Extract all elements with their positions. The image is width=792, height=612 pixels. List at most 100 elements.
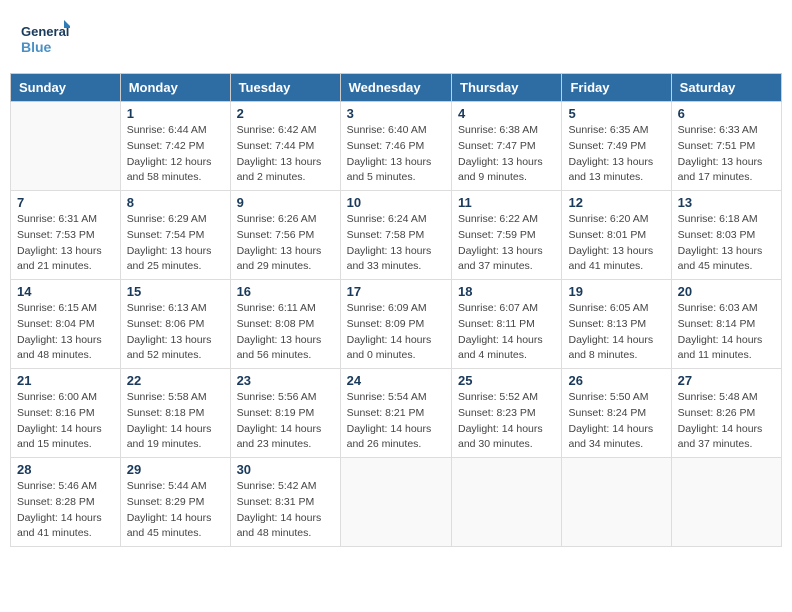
day-number: 27 [678,373,775,388]
day-info: Sunrise: 5:44 AM Sunset: 8:29 PM Dayligh… [127,479,224,542]
day-info: Sunrise: 6:11 AM Sunset: 8:08 PM Dayligh… [237,301,334,364]
calendar-week-row: 28Sunrise: 5:46 AM Sunset: 8:28 PM Dayli… [11,458,782,547]
calendar-cell: 19 Sunrise: 6:05 AM Sunset: 8:13 PM Dayli… [562,280,671,369]
day-number: 12 [568,195,664,210]
day-info: Sunrise: 6:38 AM Sunset: 7:47 PM Dayligh… [458,123,555,186]
svg-text:General: General [21,24,69,39]
day-number: 22 [127,373,224,388]
day-number: 19 [568,284,664,299]
calendar-cell: 1Sunrise: 6:44 AM Sunset: 7:42 PM Daylig… [120,102,230,191]
day-of-week-header: Sunday [11,74,121,102]
calendar-cell [671,458,781,547]
calendar-cell: 13Sunrise: 6:18 AM Sunset: 8:03 PM Dayli… [671,191,781,280]
calendar-cell: 8 Sunrise: 6:29 AM Sunset: 7:54 PM Daylig… [120,191,230,280]
calendar-cell: 27 Sunrise: 5:48 AM Sunset: 8:26 PM Dayli… [671,369,781,458]
calendar-cell: 11Sunrise: 6:22 AM Sunset: 7:59 PM Dayli… [452,191,562,280]
day-info: Sunrise: 6:42 AM Sunset: 7:44 PM Dayligh… [237,123,334,186]
calendar-cell: 18 Sunrise: 6:07 AM Sunset: 8:11 PM Dayli… [452,280,562,369]
day-info: Sunrise: 5:48 AM Sunset: 8:26 PM Dayligh… [678,390,775,453]
day-number: 14 [17,284,114,299]
day-number: 25 [458,373,555,388]
day-info: Sunrise: 6:20 AM Sunset: 8:01 PM Dayligh… [568,212,664,275]
calendar-cell: 5Sunrise: 6:35 AM Sunset: 7:49 PM Daylig… [562,102,671,191]
calendar-cell: 6 Sunrise: 6:33 AM Sunset: 7:51 PM Daylig… [671,102,781,191]
calendar-cell: 30 Sunrise: 5:42 AM Sunset: 8:31 PM Dayli… [230,458,340,547]
day-info: Sunrise: 6:00 AM Sunset: 8:16 PM Dayligh… [17,390,114,453]
day-info: Sunrise: 5:58 AM Sunset: 8:18 PM Dayligh… [127,390,224,453]
day-number: 15 [127,284,224,299]
calendar-cell: 25 Sunrise: 5:52 AM Sunset: 8:23 PM Dayli… [452,369,562,458]
calendar-cell: 26 Sunrise: 5:50 AM Sunset: 8:24 PM Dayli… [562,369,671,458]
day-number: 2 [237,106,334,121]
calendar-cell: 2 Sunrise: 6:42 AM Sunset: 7:44 PM Daylig… [230,102,340,191]
day-number: 18 [458,284,555,299]
svg-text:Blue: Blue [21,39,52,55]
calendar-cell: 23 Sunrise: 5:56 AM Sunset: 8:19 PM Dayli… [230,369,340,458]
day-info: Sunrise: 6:26 AM Sunset: 7:56 PM Dayligh… [237,212,334,275]
day-number: 13 [678,195,775,210]
logo-svg: General Blue [20,18,70,63]
day-info: Sunrise: 5:56 AM Sunset: 8:19 PM Dayligh… [237,390,334,453]
day-number: 3 [347,106,445,121]
day-info: Sunrise: 6:07 AM Sunset: 8:11 PM Dayligh… [458,301,555,364]
day-of-week-header: Monday [120,74,230,102]
calendar-table: SundayMondayTuesdayWednesdayThursdayFrid… [10,73,782,547]
calendar-header-row: SundayMondayTuesdayWednesdayThursdayFrid… [11,74,782,102]
day-number: 8 [127,195,224,210]
day-info: Sunrise: 6:31 AM Sunset: 7:53 PM Dayligh… [17,212,114,275]
calendar-cell [340,458,451,547]
day-info: Sunrise: 6:29 AM Sunset: 7:54 PM Dayligh… [127,212,224,275]
calendar-cell: 20Sunrise: 6:03 AM Sunset: 8:14 PM Dayli… [671,280,781,369]
calendar-cell: 9 Sunrise: 6:26 AM Sunset: 7:56 PM Daylig… [230,191,340,280]
day-number: 23 [237,373,334,388]
calendar-cell: 14 Sunrise: 6:15 AM Sunset: 8:04 PM Dayli… [11,280,121,369]
day-info: Sunrise: 6:05 AM Sunset: 8:13 PM Dayligh… [568,301,664,364]
calendar-cell: 15 Sunrise: 6:13 AM Sunset: 8:06 PM Dayli… [120,280,230,369]
day-info: Sunrise: 6:40 AM Sunset: 7:46 PM Dayligh… [347,123,445,186]
day-info: Sunrise: 6:15 AM Sunset: 8:04 PM Dayligh… [17,301,114,364]
day-of-week-header: Saturday [671,74,781,102]
day-info: Sunrise: 5:50 AM Sunset: 8:24 PM Dayligh… [568,390,664,453]
day-number: 26 [568,373,664,388]
calendar-cell: 24Sunrise: 5:54 AM Sunset: 8:21 PM Dayli… [340,369,451,458]
day-number: 30 [237,462,334,477]
calendar-cell: 16 Sunrise: 6:11 AM Sunset: 8:08 PM Dayli… [230,280,340,369]
day-info: Sunrise: 5:42 AM Sunset: 8:31 PM Dayligh… [237,479,334,542]
day-number: 17 [347,284,445,299]
day-info: Sunrise: 6:09 AM Sunset: 8:09 PM Dayligh… [347,301,445,364]
day-number: 10 [347,195,445,210]
day-number: 4 [458,106,555,121]
day-number: 21 [17,373,114,388]
day-info: Sunrise: 5:52 AM Sunset: 8:23 PM Dayligh… [458,390,555,453]
calendar-cell: 17 Sunrise: 6:09 AM Sunset: 8:09 PM Dayli… [340,280,451,369]
calendar-cell: 12 Sunrise: 6:20 AM Sunset: 8:01 PM Dayli… [562,191,671,280]
calendar-cell: 7Sunrise: 6:31 AM Sunset: 7:53 PM Daylig… [11,191,121,280]
calendar-cell [452,458,562,547]
calendar-week-row: 21 Sunrise: 6:00 AM Sunset: 8:16 PM Dayli… [11,369,782,458]
day-info: Sunrise: 5:46 AM Sunset: 8:28 PM Dayligh… [17,479,114,542]
day-info: Sunrise: 6:33 AM Sunset: 7:51 PM Dayligh… [678,123,775,186]
day-of-week-header: Friday [562,74,671,102]
day-info: Sunrise: 6:35 AM Sunset: 7:49 PM Dayligh… [568,123,664,186]
calendar-cell: 4 Sunrise: 6:38 AM Sunset: 7:47 PM Daylig… [452,102,562,191]
day-number: 6 [678,106,775,121]
day-number: 16 [237,284,334,299]
logo: General Blue [20,18,120,63]
day-of-week-header: Wednesday [340,74,451,102]
day-number: 29 [127,462,224,477]
page-header: General Blue [10,10,782,67]
day-info: Sunrise: 6:44 AM Sunset: 7:42 PM Dayligh… [127,123,224,186]
calendar-cell [11,102,121,191]
day-info: Sunrise: 6:22 AM Sunset: 7:59 PM Dayligh… [458,212,555,275]
day-info: Sunrise: 5:54 AM Sunset: 8:21 PM Dayligh… [347,390,445,453]
calendar-cell [562,458,671,547]
calendar-week-row: 7Sunrise: 6:31 AM Sunset: 7:53 PM Daylig… [11,191,782,280]
day-info: Sunrise: 6:13 AM Sunset: 8:06 PM Dayligh… [127,301,224,364]
calendar-cell: 28Sunrise: 5:46 AM Sunset: 8:28 PM Dayli… [11,458,121,547]
calendar-cell: 3 Sunrise: 6:40 AM Sunset: 7:46 PM Daylig… [340,102,451,191]
calendar-cell: 21 Sunrise: 6:00 AM Sunset: 8:16 PM Dayli… [11,369,121,458]
day-number: 20 [678,284,775,299]
calendar-week-row: 1Sunrise: 6:44 AM Sunset: 7:42 PM Daylig… [11,102,782,191]
calendar-week-row: 14 Sunrise: 6:15 AM Sunset: 8:04 PM Dayli… [11,280,782,369]
day-number: 9 [237,195,334,210]
